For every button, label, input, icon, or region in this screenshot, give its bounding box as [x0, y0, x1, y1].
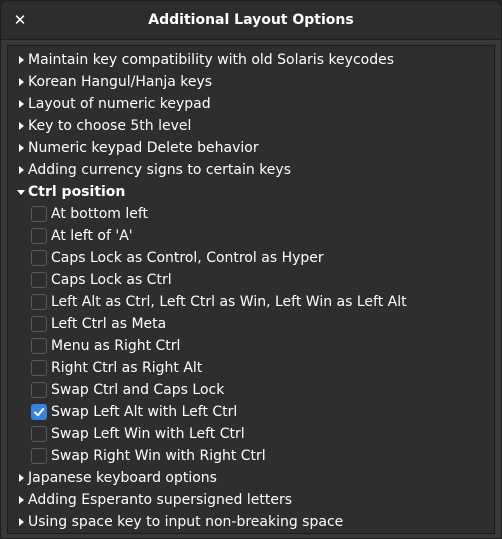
- expander-right-icon[interactable]: [15, 159, 27, 181]
- checkbox[interactable]: [31, 448, 47, 464]
- option-group-label: Key to choose 5th level: [28, 118, 192, 134]
- option-checkbox-row[interactable]: At bottom left: [8, 203, 494, 225]
- expander-right-icon[interactable]: [15, 93, 27, 115]
- dialog-window: ✕ Additional Layout Options Maintain key…: [0, 0, 502, 539]
- expander-down-icon[interactable]: [15, 181, 27, 203]
- option-group-row[interactable]: Adding Esperanto supersigned letters: [8, 489, 494, 511]
- expander-right-icon[interactable]: [15, 71, 27, 93]
- option-group-label: Adding currency signs to certain keys: [28, 162, 291, 178]
- option-checkbox-row[interactable]: Right Ctrl as Right Alt: [8, 357, 494, 379]
- option-group-row[interactable]: Key to choose 5th level: [8, 115, 494, 137]
- option-group-row[interactable]: Korean Hangul/Hanja keys: [8, 71, 494, 93]
- option-label: Left Ctrl as Meta: [51, 316, 167, 332]
- option-group-label: Using space key to input non-breaking sp…: [28, 514, 344, 530]
- option-checkbox-row[interactable]: Left Ctrl as Meta: [8, 313, 494, 335]
- option-group-label: Korean Hangul/Hanja keys: [28, 74, 213, 90]
- checkbox[interactable]: [31, 338, 47, 354]
- option-group-row[interactable]: Ctrl position: [8, 181, 494, 203]
- checkbox[interactable]: [31, 426, 47, 442]
- checkbox[interactable]: [31, 316, 47, 332]
- option-checkbox-row[interactable]: Menu as Right Ctrl: [8, 335, 494, 357]
- dialog-title: Additional Layout Options: [148, 12, 354, 28]
- option-group-label: Layout of numeric keypad: [28, 96, 211, 112]
- option-group-row[interactable]: Maintain key compatibility with old Sola…: [8, 49, 494, 71]
- option-group-row[interactable]: Adding currency signs to certain keys: [8, 159, 494, 181]
- checkbox-checked[interactable]: [31, 404, 47, 420]
- options-tree-panel: Maintain key compatibility with old Sola…: [7, 45, 495, 534]
- option-label: Swap Ctrl and Caps Lock: [51, 382, 225, 398]
- option-checkbox-row[interactable]: Left Alt as Ctrl, Left Ctrl as Win, Left…: [8, 291, 494, 313]
- option-group-row[interactable]: Numeric keypad Delete behavior: [8, 137, 494, 159]
- option-checkbox-row[interactable]: Swap Right Win with Right Ctrl: [8, 445, 494, 467]
- option-label: Swap Left Win with Left Ctrl: [51, 426, 245, 442]
- expander-right-icon[interactable]: [15, 49, 27, 71]
- titlebar: ✕ Additional Layout Options: [1, 1, 501, 40]
- options-tree: Maintain key compatibility with old Sola…: [8, 49, 494, 533]
- option-label: Swap Left Alt with Left Ctrl: [51, 404, 238, 420]
- option-checkbox-row[interactable]: At left of 'A': [8, 225, 494, 247]
- option-checkbox-row[interactable]: Caps Lock as Control, Control as Hyper: [8, 247, 494, 269]
- checkbox[interactable]: [31, 272, 47, 288]
- option-group-label: Numeric keypad Delete behavior: [28, 140, 259, 156]
- option-label: At left of 'A': [51, 228, 133, 244]
- option-group-label: Ctrl position: [28, 184, 126, 200]
- option-group-label: Adding Esperanto supersigned letters: [28, 492, 293, 508]
- checkbox[interactable]: [31, 228, 47, 244]
- expander-right-icon[interactable]: [15, 137, 27, 159]
- checkbox[interactable]: [31, 250, 47, 266]
- expander-right-icon[interactable]: [15, 511, 27, 533]
- option-group-row[interactable]: Japanese keyboard options: [8, 467, 494, 489]
- option-group-row[interactable]: Using space key to input non-breaking sp…: [8, 511, 494, 533]
- option-checkbox-row[interactable]: Swap Left Alt with Left Ctrl: [8, 401, 494, 423]
- option-label: Swap Right Win with Right Ctrl: [51, 448, 266, 464]
- option-label: Menu as Right Ctrl: [51, 338, 181, 354]
- option-label: Caps Lock as Ctrl: [51, 272, 172, 288]
- checkbox[interactable]: [31, 382, 47, 398]
- option-label: Right Ctrl as Right Alt: [51, 360, 203, 376]
- expander-right-icon[interactable]: [15, 489, 27, 511]
- checkmark-icon: [34, 408, 45, 417]
- option-group-row[interactable]: Layout of numeric keypad: [8, 93, 494, 115]
- expander-right-icon[interactable]: [15, 467, 27, 489]
- checkbox[interactable]: [31, 360, 47, 376]
- option-checkbox-row[interactable]: Swap Ctrl and Caps Lock: [8, 379, 494, 401]
- option-label: At bottom left: [51, 206, 149, 222]
- option-group-label: Maintain key compatibility with old Sola…: [28, 52, 395, 68]
- option-checkbox-row[interactable]: Caps Lock as Ctrl: [8, 269, 494, 291]
- option-label: Caps Lock as Control, Control as Hyper: [51, 250, 324, 266]
- option-label: Left Alt as Ctrl, Left Ctrl as Win, Left…: [51, 294, 407, 310]
- option-checkbox-row[interactable]: Swap Left Win with Left Ctrl: [8, 423, 494, 445]
- expander-right-icon[interactable]: [15, 115, 27, 137]
- checkbox[interactable]: [31, 294, 47, 310]
- checkbox[interactable]: [31, 206, 47, 222]
- option-group-label: Japanese keyboard options: [28, 470, 217, 486]
